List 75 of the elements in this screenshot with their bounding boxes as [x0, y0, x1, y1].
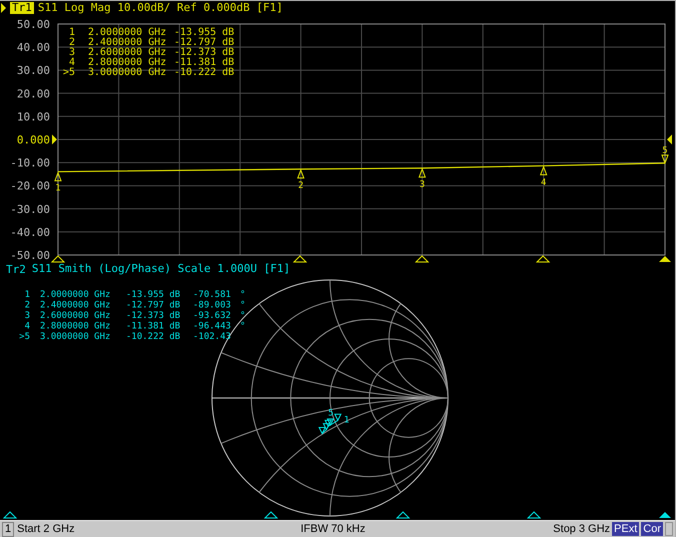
marker-frequency: 2.0000000 GHz — [88, 27, 166, 38]
marker-unit: ° — [240, 321, 246, 331]
trace-header: S11 Log Mag 10.00dB/ Ref 0.000dB [F1] — [38, 1, 283, 16]
marker-number: 2 — [68, 37, 75, 48]
marker-number: 2 — [24, 300, 30, 310]
stimulus-marker-icon — [526, 510, 542, 518]
reference-arrow-icon — [52, 134, 57, 144]
axis-tick-label: 40.00 — [16, 41, 50, 54]
marker-frequency: 2.6000000 GHz — [88, 47, 166, 58]
stimulus-marker-icon — [50, 255, 66, 262]
stimulus-marker-icon — [2, 510, 18, 518]
trace-header: S11 Smith (Log/Phase) Scale 1.000U [F1] — [32, 261, 290, 278]
marker-value: -12.797 dB — [174, 37, 234, 48]
marker-magnitude: -12.373 dB — [126, 310, 180, 320]
stimulus-marker-icon — [659, 512, 671, 518]
axis-tick-label: 30.00 — [16, 64, 50, 78]
stimulus-marker-icon — [396, 510, 410, 518]
marker-phase: -89.003 — [193, 300, 231, 310]
status-badge: Cor — [641, 522, 663, 536]
axis-tick-label: -50.00 — [10, 249, 50, 262]
ifbw-label: IFBW 70 kHz — [300, 522, 366, 537]
marker-frequency: 2.4000000 GHz — [88, 37, 166, 48]
marker-value: -10.222 dB — [174, 67, 234, 78]
channel-number: 1 — [2, 522, 14, 536]
stimulus-marker-icon — [414, 255, 430, 262]
marker-phase: -70.581 — [193, 290, 231, 300]
axis-tick-label: 50.00 — [16, 18, 50, 31]
stop-frequency: Stop 3 GHz — [553, 522, 610, 537]
stimulus-marker-icon — [659, 256, 671, 262]
axis-tick-label: -10.00 — [10, 156, 50, 170]
marker-phase: -93.632 — [193, 310, 231, 320]
marker-value: -11.381 dB — [174, 57, 234, 68]
marker-frequency: 2.8000000 GHz — [88, 57, 166, 68]
trace-tab[interactable]: Tr1 — [10, 2, 34, 14]
marker-number: 3 — [68, 47, 75, 58]
marker-magnitude: -12.797 dB — [126, 300, 180, 310]
marker-number: 3 — [24, 310, 30, 320]
marker-unit: ° — [240, 310, 246, 320]
trace-tab[interactable]: Tr2 — [4, 264, 28, 276]
marker-frequency: 2.6000000 GHz — [40, 310, 110, 320]
marker-number: 1 — [68, 27, 75, 38]
marker-value: -13.955 dB — [174, 27, 234, 38]
marker-unit: ° — [240, 300, 246, 310]
stimulus-marker-icon — [292, 255, 308, 262]
marker-number: 4 — [24, 321, 30, 331]
marker-frequency: 3.0000000 GHz — [40, 332, 110, 342]
marker-number: >5 — [62, 67, 75, 78]
stimulus-marker-icon — [536, 255, 550, 262]
marker-frequency: 2.8000000 GHz — [40, 321, 110, 331]
status-box — [665, 522, 673, 536]
marker-value: -12.373 dB — [174, 47, 234, 58]
stimulus-marker-icon — [264, 510, 278, 518]
marker-magnitude: -10.222 dB — [126, 332, 180, 342]
axis-tick-label: -20.00 — [10, 180, 50, 193]
axis-tick-label: -30.00 — [10, 202, 50, 216]
marker-number: 1 — [24, 290, 30, 300]
marker-number: >5 — [19, 332, 30, 342]
axis-tick-label: 20.00 — [16, 87, 50, 100]
axis-tick-label: 10.00 — [16, 110, 50, 124]
marker-number: 3 — [420, 180, 425, 190]
marker-number: 2 — [298, 181, 304, 192]
marker-magnitude: -11.381 dB — [126, 321, 180, 331]
marker-number: 4 — [68, 57, 75, 68]
status-badge: PExt — [612, 522, 640, 536]
reference-arrow-icon — [667, 134, 672, 144]
marker-number: 4 — [540, 178, 546, 188]
marker-magnitude: -13.955 dB — [126, 290, 180, 300]
marker-frequency: 2.0000000 GHz — [40, 290, 110, 300]
axis-tick-label: 0.000 — [16, 134, 50, 146]
marker-frequency: 3.0000000 GHz — [88, 67, 166, 78]
marker-frequency: 2.4000000 GHz — [40, 300, 110, 310]
start-frequency: Start 2 GHz — [17, 522, 75, 537]
marker-phase: -96.443 — [193, 321, 231, 331]
axis-tick-label: -40.00 — [10, 226, 50, 239]
marker-unit: ° — [240, 290, 246, 300]
